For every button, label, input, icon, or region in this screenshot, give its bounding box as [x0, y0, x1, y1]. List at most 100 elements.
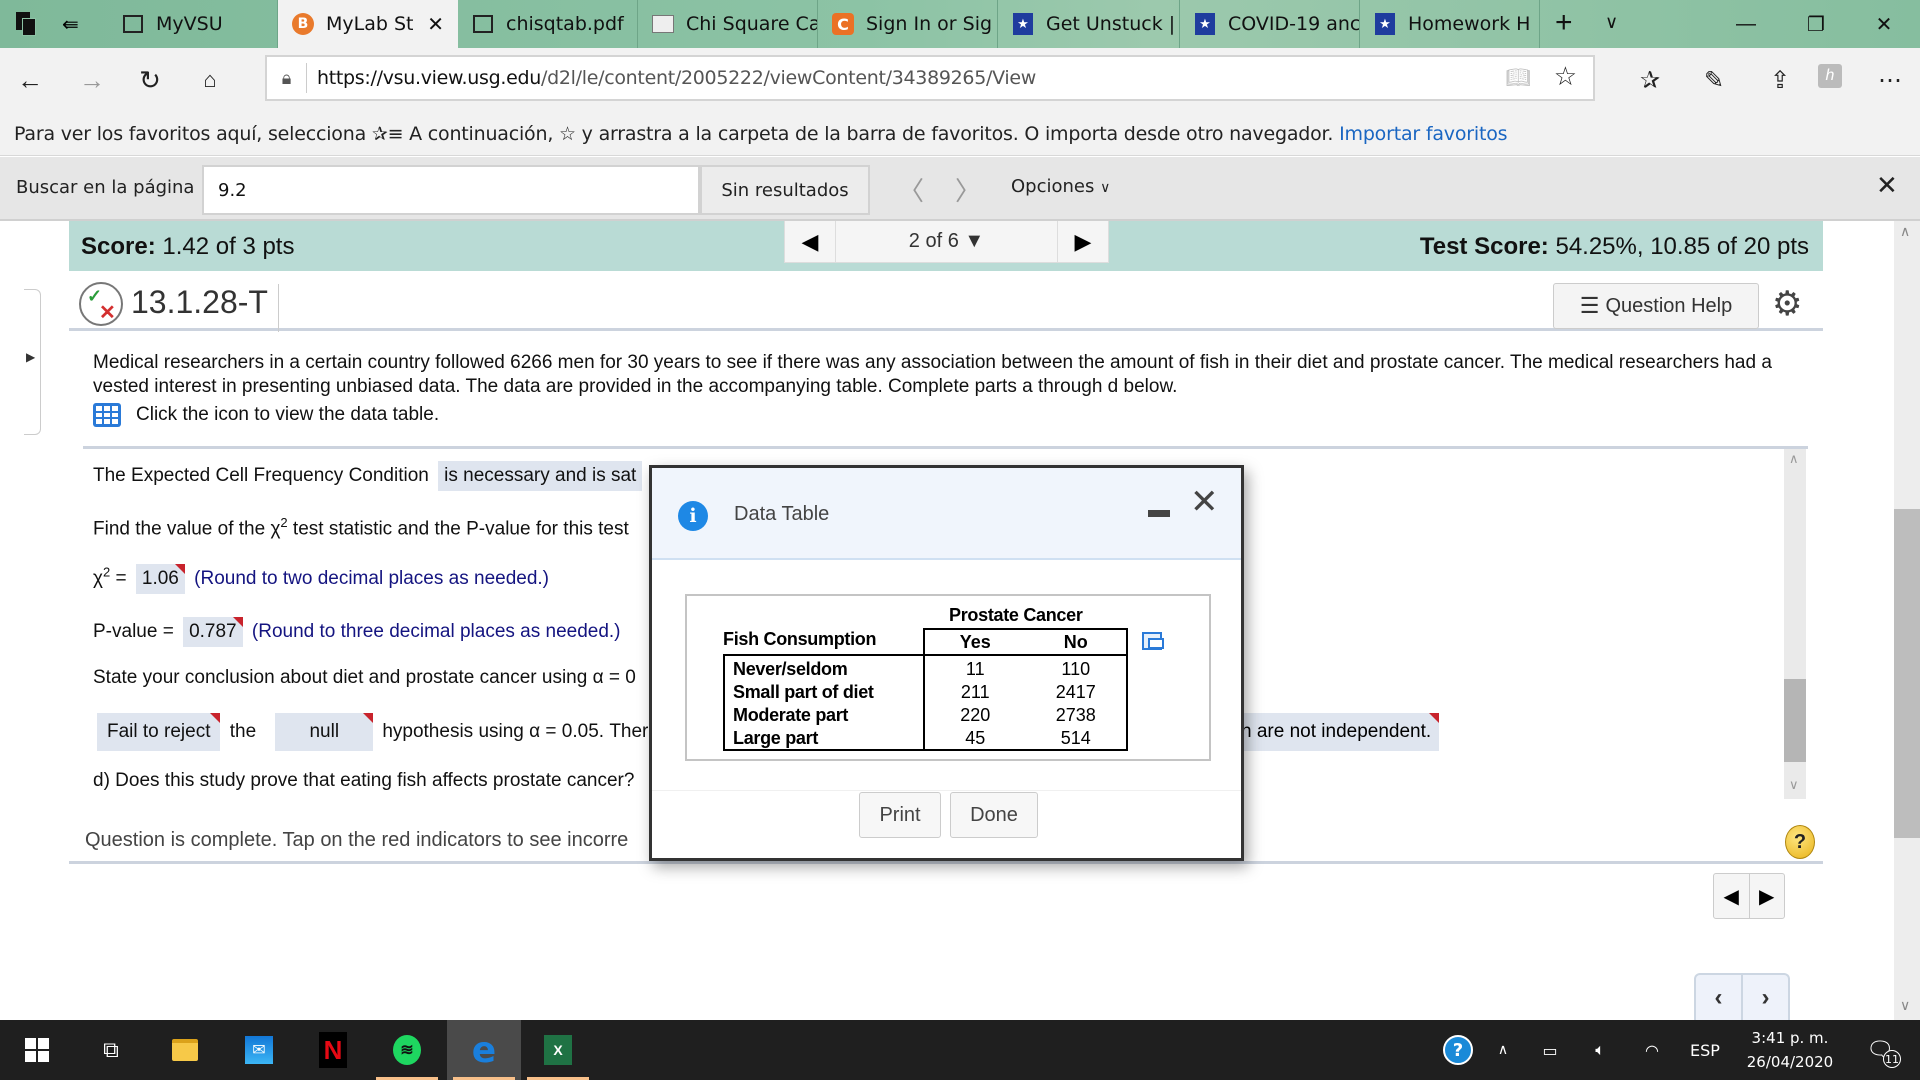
answer-scrollbar[interactable]: ∧ ∨: [1784, 449, 1806, 799]
question-pager: ◀ 2 of 6 ▼ ▶: [784, 221, 1109, 263]
tab-label: MyVSU: [156, 13, 223, 35]
decision-answer[interactable]: Fail to reject: [97, 713, 221, 751]
scroll-thumb[interactable]: [1784, 679, 1806, 762]
find-options-button[interactable]: Opciones ∨: [1011, 176, 1110, 197]
page-scrollbar[interactable]: ∧ ∨: [1894, 221, 1920, 1020]
p-value-answer[interactable]: 0.787: [183, 617, 243, 647]
independence-text: n are not independent.: [1241, 721, 1432, 742]
close-window-button[interactable]: ✕: [1855, 0, 1913, 48]
favorites-list-icon[interactable]: ✰: [1632, 62, 1668, 98]
close-tab-icon[interactable]: ✕: [427, 12, 444, 36]
wifi-icon[interactable]: ◠: [1637, 1020, 1667, 1080]
favorite-star-icon[interactable]: ☆: [1554, 61, 1577, 92]
import-favorites-link[interactable]: Importar favoritos: [1339, 123, 1507, 145]
excel-button[interactable]: X: [521, 1020, 595, 1080]
file-explorer-button[interactable]: [148, 1020, 222, 1080]
tab-chisqtab[interactable]: chisqtab.pdf: [458, 0, 638, 48]
more-menu-icon[interactable]: ⋯: [1872, 62, 1908, 98]
home-button[interactable]: ⌂: [188, 58, 232, 102]
page-icon: [122, 13, 144, 35]
chi-square-answer[interactable]: 1.06: [135, 564, 185, 594]
spotify-button[interactable]: ≋: [370, 1020, 444, 1080]
task-view-button[interactable]: ⧉: [74, 1020, 148, 1080]
clock[interactable]: 3:41 p. m. 26/04/2020: [1735, 1020, 1845, 1080]
previous-part-button[interactable]: ◀: [1714, 874, 1750, 918]
tab-chegg[interactable]: C Sign In or Sig: [818, 0, 998, 48]
find-result: Sin resultados: [700, 165, 870, 215]
tab-myvsu[interactable]: MyVSU: [108, 0, 278, 48]
scroll-up-icon[interactable]: ∧: [1900, 223, 1910, 240]
incorrect-flag-icon[interactable]: [363, 713, 374, 723]
incorrect-flag-icon[interactable]: [232, 617, 243, 627]
scroll-down-icon[interactable]: ∨: [1789, 777, 1799, 793]
next-page-button[interactable]: ›: [1743, 975, 1788, 1020]
tab-mylab[interactable]: B MyLab St ✕: [278, 0, 458, 48]
find-next-button[interactable]: 〉: [955, 171, 981, 208]
gear-icon[interactable]: ⚙: [1772, 284, 1802, 324]
close-dialog-button[interactable]: ✕: [1190, 482, 1219, 522]
tab-get-unstuck[interactable]: ★ Get Unstuck |: [998, 0, 1180, 48]
tab-label: chisqtab.pdf: [506, 13, 624, 35]
minimize-window-button[interactable]: —: [1717, 0, 1775, 48]
data-table-icon[interactable]: [93, 403, 121, 427]
incorrect-flag-icon[interactable]: [1429, 713, 1440, 723]
volume-icon[interactable]: 🔈︎: [1585, 1020, 1615, 1080]
reading-view-icon[interactable]: 📖︎: [1506, 65, 1531, 90]
find-input[interactable]: [202, 165, 700, 215]
tab-homework[interactable]: ★ Homework H: [1360, 0, 1540, 48]
netflix-button[interactable]: N: [296, 1020, 370, 1080]
new-tab-button[interactable]: +: [1555, 6, 1573, 40]
refresh-button[interactable]: ↻: [128, 58, 172, 102]
set-tabs-aside-icon[interactable]: ⇚: [62, 12, 79, 37]
column-header-no: No: [1063, 632, 1088, 652]
p-value-line: P-value = 0.787 (Round to three decimal …: [93, 617, 621, 647]
back-button[interactable]: ←: [8, 58, 52, 102]
copy-to-clipboard-icon[interactable]: [1142, 632, 1164, 650]
help-tray-icon[interactable]: ?: [1438, 1020, 1478, 1080]
restore-window-button[interactable]: ❐: [1787, 0, 1845, 48]
tab-preview-chevron-icon[interactable]: ∨: [1605, 12, 1618, 33]
minimize-dialog-button[interactable]: [1148, 510, 1170, 517]
windows-start-button[interactable]: [0, 1020, 74, 1080]
bookmark-star-icon: ★: [1194, 13, 1216, 35]
battery-icon[interactable]: ▭: [1535, 1020, 1565, 1080]
show-hidden-icons-button[interactable]: ∧: [1490, 1020, 1516, 1080]
scroll-down-icon[interactable]: ∨: [1900, 997, 1910, 1014]
share-icon[interactable]: ⇪: [1762, 62, 1798, 98]
cell-yes: 45: [965, 728, 986, 748]
url-field[interactable]: 🔒︎ https://vsu.view.usg.edu/d2l/le/conte…: [265, 55, 1595, 101]
add-notes-icon[interactable]: ✎: [1696, 62, 1732, 98]
mail-button[interactable]: ✉: [222, 1020, 296, 1080]
question-select-dropdown[interactable]: 2 of 6 ▼: [835, 221, 1058, 262]
side-panel-toggle[interactable]: ▶: [24, 289, 41, 435]
help-icon[interactable]: ?: [1785, 825, 1815, 859]
tab-actions-icon[interactable]: [16, 12, 40, 36]
done-button[interactable]: Done: [950, 792, 1038, 838]
hypothesis-answer[interactable]: null: [275, 713, 374, 751]
next-part-button[interactable]: ▶: [1750, 874, 1785, 918]
incorrect-flag-icon[interactable]: [174, 564, 185, 574]
scroll-up-icon[interactable]: ∧: [1789, 451, 1799, 467]
tab-chi-square-calc[interactable]: Chi Square Ca: [638, 0, 818, 48]
independence-answer[interactable]: n are not independent.: [1237, 713, 1440, 751]
row-label: Moderate part: [733, 705, 849, 725]
action-center-button[interactable]: 🗨︎ 11: [1855, 1020, 1905, 1080]
previous-page-button[interactable]: ‹: [1696, 975, 1743, 1020]
edge-button[interactable]: e: [447, 1020, 521, 1080]
honey-extension-icon[interactable]: h: [1818, 64, 1842, 88]
close-find-button[interactable]: ✕: [1876, 171, 1898, 201]
data-table-link[interactable]: Click the icon to view the data table.: [93, 403, 439, 427]
incorrect-flag-icon[interactable]: [210, 713, 221, 723]
tab-covid[interactable]: ★ COVID-19 anc: [1180, 0, 1360, 48]
find-previous-button[interactable]: 〈: [898, 171, 924, 208]
next-question-button[interactable]: ▶: [1058, 221, 1108, 262]
print-button[interactable]: Print: [859, 792, 941, 838]
forward-button[interactable]: →: [70, 58, 114, 102]
previous-question-button[interactable]: ◀: [785, 221, 835, 262]
question-help-button[interactable]: ☰ Question Help: [1553, 283, 1759, 329]
ecf-answer[interactable]: is necessary and is sat: [438, 461, 643, 491]
the-text: the: [229, 721, 257, 742]
language-indicator[interactable]: ESP: [1685, 1020, 1725, 1080]
conclusion-line: Fail to reject the null hypothesis using…: [93, 713, 659, 751]
scroll-thumb[interactable]: [1894, 509, 1920, 838]
